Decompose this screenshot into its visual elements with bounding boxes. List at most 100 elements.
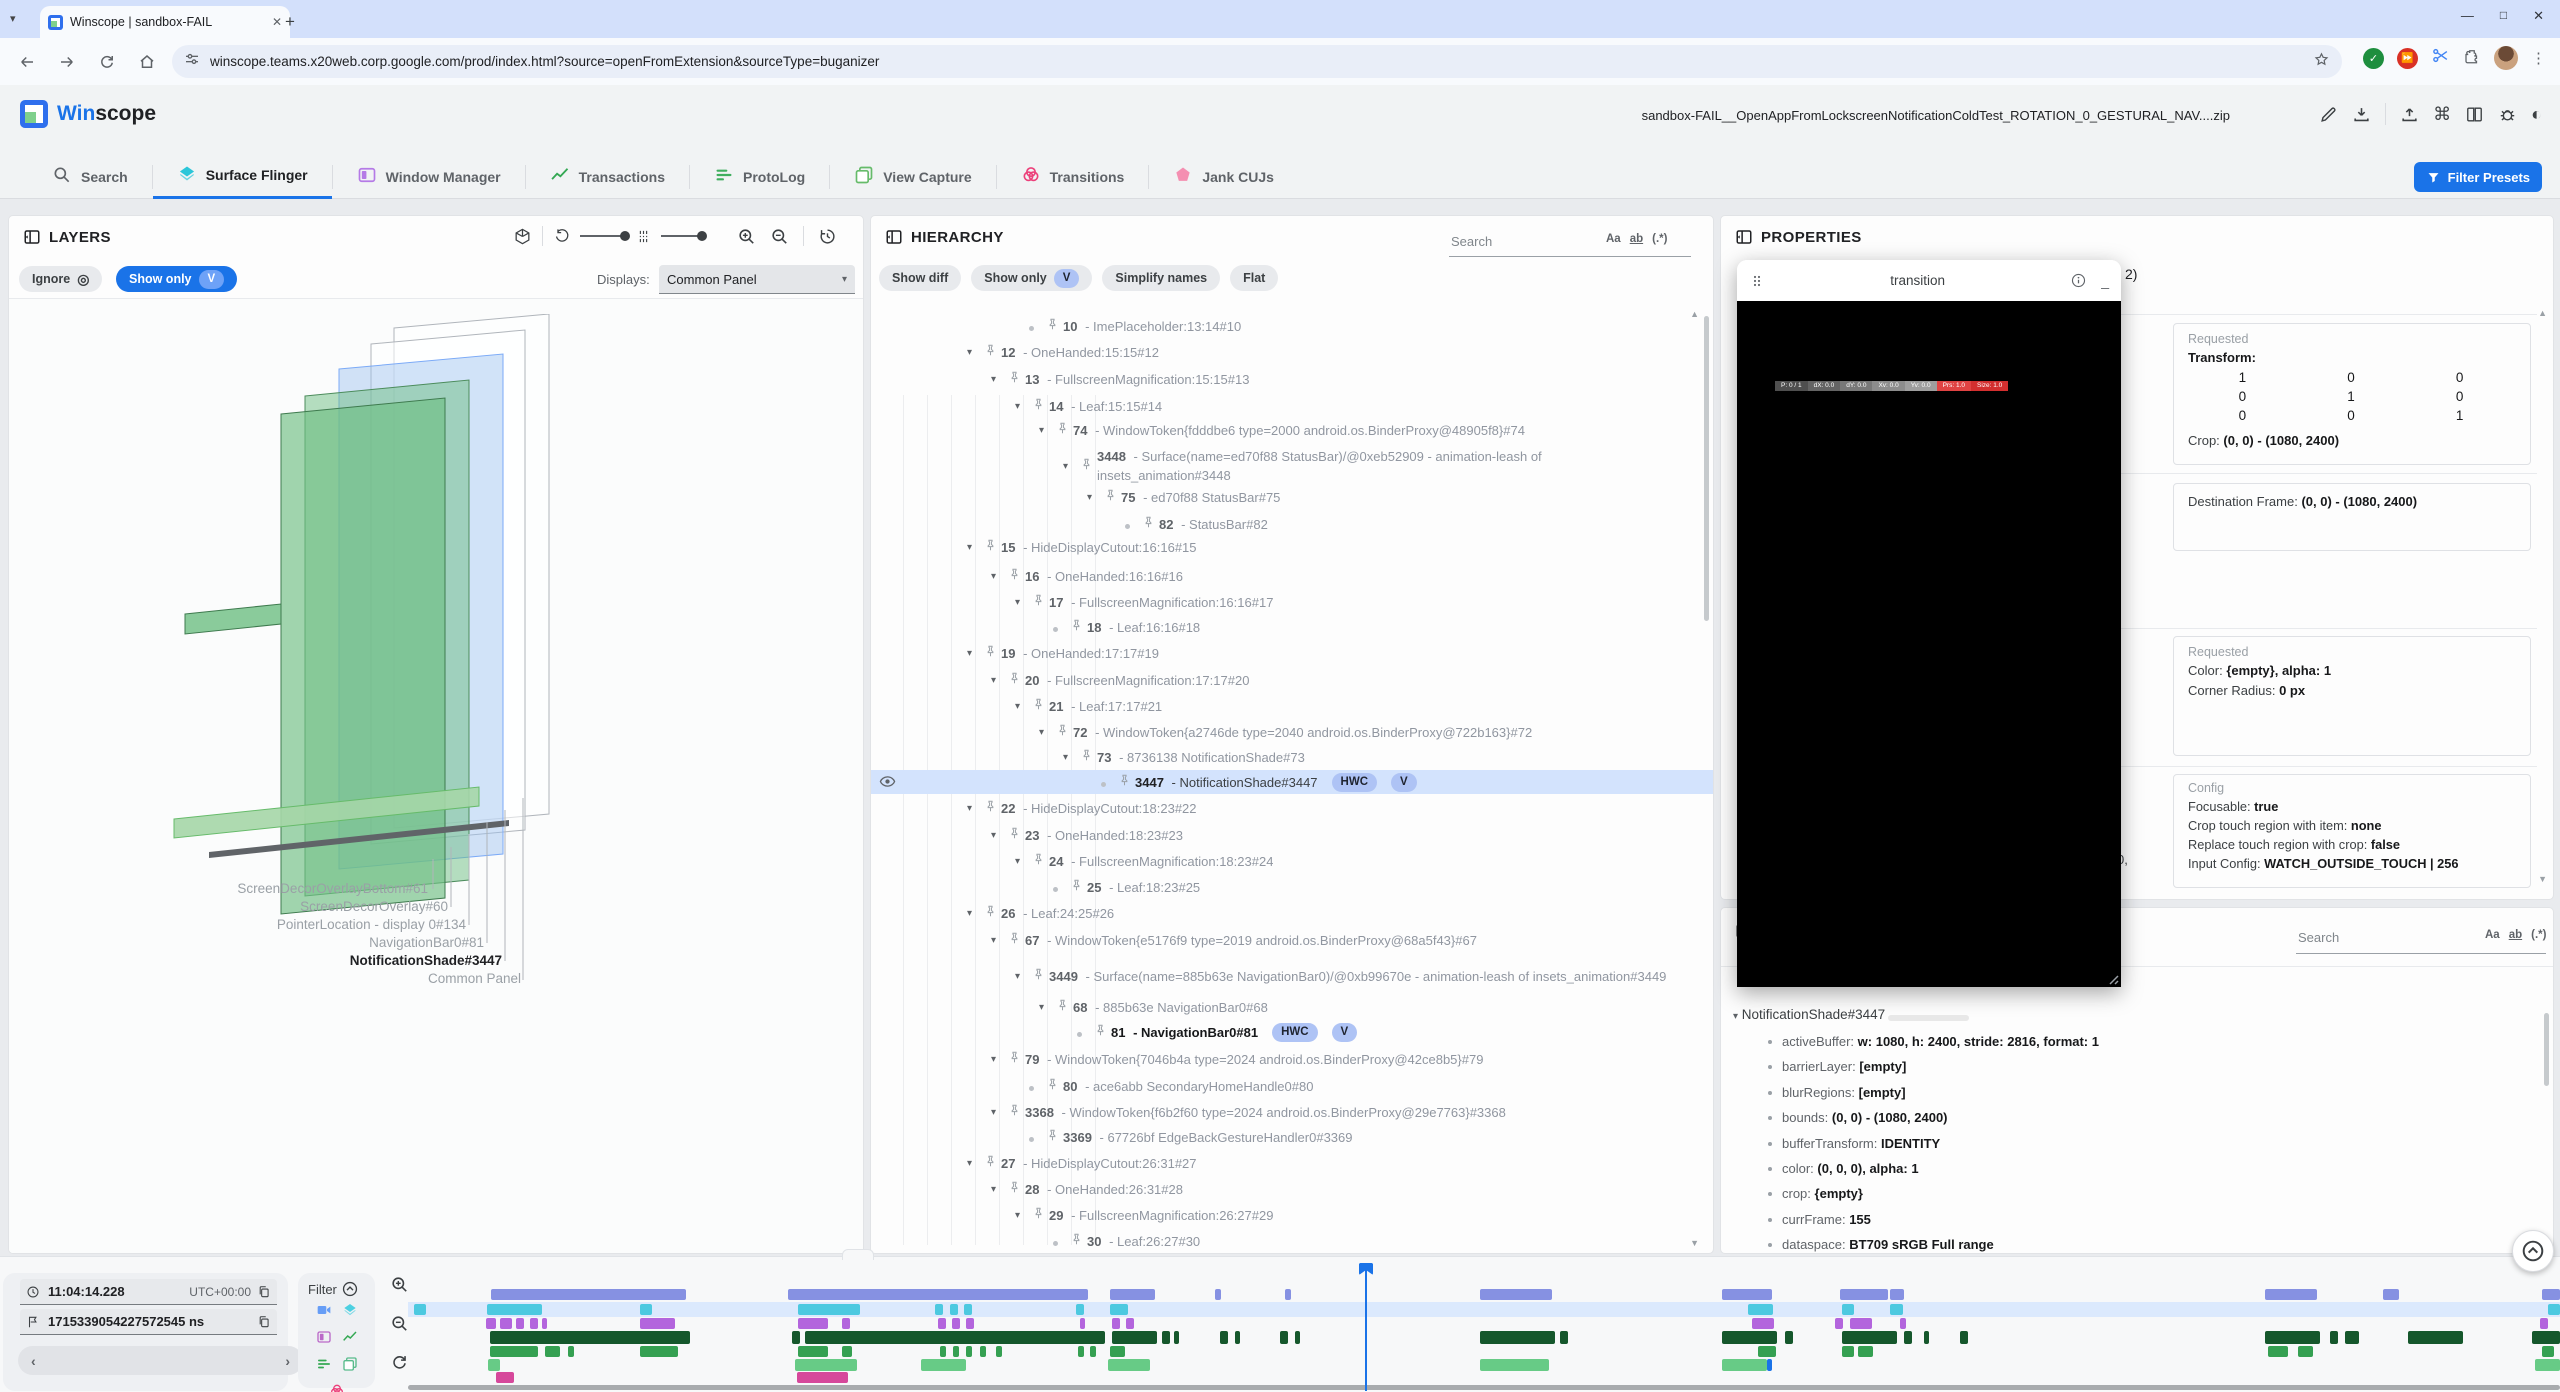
scroll-down-icon[interactable]: ▼ — [2538, 874, 2547, 884]
tab-close-icon[interactable]: ✕ — [272, 15, 282, 29]
trace-row-2-bar[interactable] — [640, 1304, 652, 1315]
trace-row-4-bar[interactable] — [1235, 1331, 1240, 1344]
trace-row-5-bar[interactable] — [1758, 1346, 1776, 1357]
pin-icon[interactable] — [1069, 618, 1084, 636]
layer-label[interactable]: ScreenDecorOverlay#60 — [300, 899, 448, 914]
report-bug-icon[interactable] — [2498, 105, 2517, 124]
expand-arrow-icon[interactable]: ▾ — [991, 1184, 1007, 1195]
proto-property[interactable]: blurRegions: [empty] — [1768, 1085, 1906, 1100]
hierarchy-row-20[interactable]: ▾20 - FullscreenMagnification:17:17#20 — [871, 668, 1713, 692]
panel-collapse-icon[interactable] — [885, 228, 903, 246]
trace-row-4-bar[interactable] — [1112, 1331, 1157, 1344]
scroll-down-icon[interactable]: ▼ — [1690, 1238, 1699, 1248]
timeline-cursor[interactable] — [1365, 1265, 1367, 1391]
bookmark-star-icon[interactable] — [2313, 51, 2330, 73]
trace-tab-protolog[interactable]: ProtoLog — [690, 156, 829, 198]
extensions-puzzle-icon[interactable] — [2463, 47, 2481, 70]
viewcapture-trace-icon[interactable] — [342, 1356, 358, 1377]
hierarchy-row-19[interactable]: ▾19 - OneHanded:17:17#19 — [871, 641, 1713, 665]
hierarchy-row-28[interactable]: ▾28 - OneHanded:26:31#28 — [871, 1177, 1713, 1201]
hierarchy-row-3368[interactable]: ▾3368 - WindowToken{f6b2f60 type=2024 an… — [871, 1100, 1713, 1124]
hierarchy-row-27[interactable]: ▾27 - HideDisplayCutout:26:31#27 — [871, 1151, 1713, 1175]
trace-row-3-bar[interactable] — [2540, 1318, 2548, 1329]
trace-row-4-bar[interactable] — [1904, 1331, 1912, 1344]
expand-arrow-icon[interactable]: ▾ — [1015, 701, 1031, 712]
trace-row-3-bar[interactable] — [486, 1318, 496, 1329]
window-minimize-button[interactable]: — — [2461, 8, 2474, 24]
filter-collapse-icon[interactable] — [341, 1280, 359, 1298]
layer-label[interactable]: NavigationBar0#81 — [369, 935, 484, 950]
trace-row-5-bar[interactable] — [940, 1346, 946, 1357]
videocam-trace-icon[interactable] — [316, 1302, 332, 1323]
trace-row-4-bar[interactable] — [1162, 1331, 1170, 1344]
pin-icon[interactable] — [1031, 593, 1046, 611]
protolog-trace-icon[interactable] — [316, 1356, 332, 1377]
pin-icon[interactable] — [983, 904, 998, 922]
trace-tab-transitions[interactable]: Transitions — [997, 156, 1149, 198]
expand-arrow-icon[interactable]: ▾ — [1015, 597, 1031, 608]
hierarchy-row-17[interactable]: ▾17 - FullscreenMagnification:16:16#17 — [871, 590, 1713, 614]
match-case-icon[interactable]: Aa — [2485, 929, 2500, 941]
trace-row-4-bar[interactable] — [1280, 1331, 1288, 1344]
hierarchy-row-23[interactable]: ▾23 - OneHanded:18:23#23 — [871, 823, 1713, 847]
trace-row-4-bar[interactable] — [1295, 1331, 1300, 1344]
proto-property[interactable]: currFrame: 155 — [1768, 1212, 1871, 1227]
trace-row-4-bar[interactable] — [490, 1331, 690, 1344]
proto-property[interactable]: dataspace: BT709 sRGB Full range — [1768, 1237, 1994, 1252]
expand-arrow-icon[interactable]: ▾ — [991, 675, 1007, 686]
hierarchy-row-82[interactable]: 82 - StatusBar#82 — [871, 512, 1713, 536]
hierarchy-row-16[interactable]: ▾16 - OneHanded:16:16#16 — [871, 564, 1713, 588]
pin-icon[interactable] — [1069, 878, 1084, 896]
trace-row-3-bar[interactable] — [952, 1318, 960, 1329]
zigzag-trace-icon[interactable] — [342, 1329, 358, 1350]
trace-row-5-bar[interactable] — [953, 1346, 959, 1357]
hierarchy-row-3369[interactable]: 3369 - 67726bf EdgeBackGestureHandler0#3… — [871, 1125, 1713, 1149]
hierarchy-row-80[interactable]: 80 - ace6abb SecondaryHomeHandle0#80 — [871, 1074, 1713, 1098]
pin-icon[interactable] — [1031, 967, 1046, 985]
pin-icon[interactable] — [1007, 671, 1022, 689]
back-icon[interactable] — [14, 49, 40, 75]
expand-arrow-icon[interactable]: ▾ — [1015, 401, 1031, 412]
timeline-scrollbar[interactable] — [408, 1385, 2560, 1390]
trace-row-2-bar[interactable] — [487, 1304, 542, 1315]
pin-icon[interactable] — [1045, 1077, 1060, 1095]
pin-icon[interactable] — [1031, 852, 1046, 870]
trace-row-6-bar[interactable] — [2535, 1359, 2560, 1371]
3d-view-icon[interactable] — [513, 227, 532, 246]
filter-presets-button[interactable]: Filter Presets — [2414, 162, 2542, 192]
transitions-trace-icon[interactable] — [329, 1383, 345, 1392]
trace-row-2-bar[interactable] — [2548, 1304, 2560, 1315]
trace-row-5-bar[interactable] — [980, 1346, 986, 1357]
pin-icon[interactable] — [1007, 370, 1022, 388]
expand-arrow-icon[interactable]: ▾ — [1015, 1210, 1031, 1221]
trace-row-3-bar[interactable] — [530, 1318, 538, 1329]
expand-arrow-icon[interactable]: ▾ — [991, 374, 1007, 385]
pin-icon[interactable] — [1141, 515, 1156, 533]
trace-row-7-bar[interactable] — [797, 1372, 848, 1383]
proto-property[interactable]: activeBuffer: w: 1080, h: 2400, stride: … — [1768, 1034, 2099, 1049]
timestamp-input[interactable]: 11:04:14.228 UTC+00:00 — [20, 1279, 277, 1305]
trace-row-4-bar[interactable] — [792, 1331, 800, 1344]
trace-row-5-bar[interactable] — [996, 1346, 1002, 1357]
trace-row-3-bar[interactable] — [1850, 1318, 1872, 1329]
trace-row-3-bar[interactable] — [966, 1318, 974, 1329]
pin-icon[interactable] — [1055, 998, 1070, 1016]
copy-icon[interactable] — [257, 1285, 271, 1299]
hierarchy-search-input[interactable]: Search — [1451, 234, 1492, 249]
trace-row-3-bar[interactable] — [798, 1318, 828, 1329]
pin-icon[interactable] — [1069, 1232, 1084, 1250]
expand-arrow-icon[interactable]: ▾ — [1039, 1002, 1055, 1013]
trace-row-2-bar[interactable] — [935, 1304, 943, 1315]
pin-icon[interactable] — [1079, 748, 1094, 766]
trace-row-2-bar[interactable] — [950, 1304, 958, 1315]
trace-row-3-bar[interactable] — [1900, 1318, 1906, 1329]
expand-arrow-icon[interactable]: ▾ — [991, 1054, 1007, 1065]
trace-row-5-bar[interactable] — [2542, 1346, 2554, 1357]
expand-arrow-icon[interactable]: ▾ — [1039, 727, 1055, 738]
zoom-out-icon[interactable] — [770, 227, 789, 246]
layers-trace-icon[interactable] — [342, 1302, 358, 1323]
hierarchy-scrollbar[interactable] — [1704, 316, 1709, 621]
window-close-button[interactable]: ✕ — [2533, 8, 2544, 24]
trace-row-1-bar[interactable] — [491, 1289, 686, 1300]
trace-row-3-bar[interactable] — [1752, 1318, 1774, 1329]
